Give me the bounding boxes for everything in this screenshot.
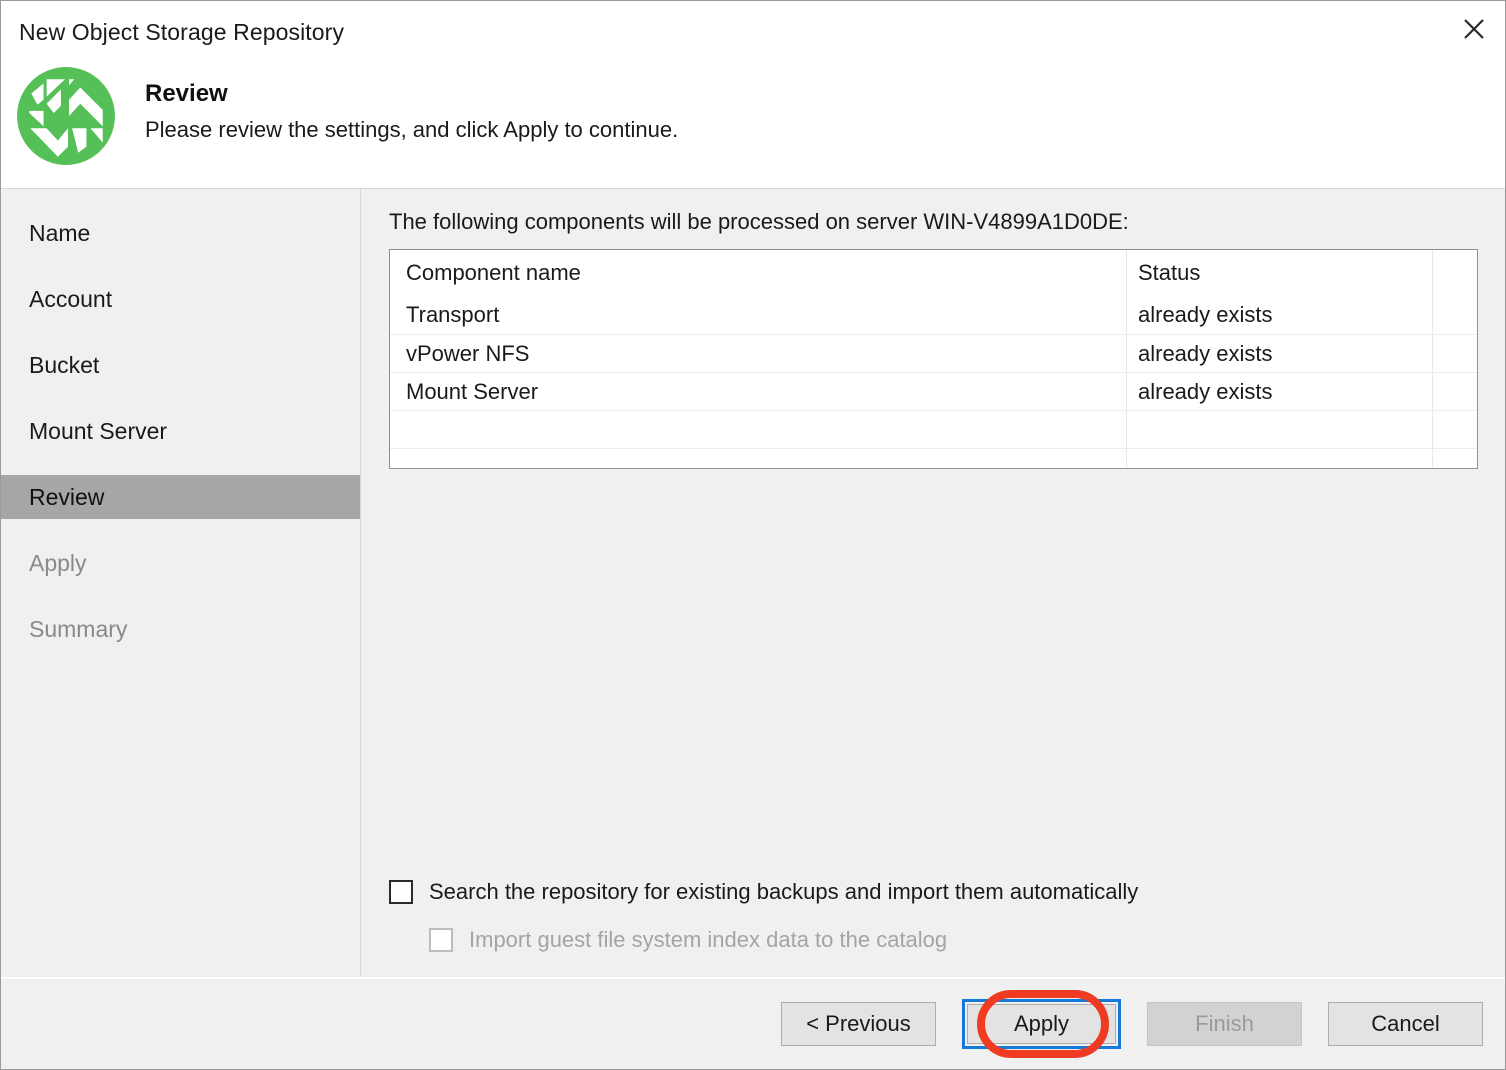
import-options: Search the repository for existing backu…	[389, 873, 1477, 977]
table-header-row: Component name Status	[390, 250, 1477, 296]
search-repository-checkbox[interactable]	[389, 880, 413, 904]
table-row[interactable]	[390, 448, 1477, 468]
table-row[interactable]	[390, 410, 1477, 448]
cancel-button[interactable]: Cancel	[1328, 1002, 1483, 1046]
sidebar-item-apply: Apply	[29, 549, 87, 576]
window-title: New Object Storage Repository	[19, 19, 345, 45]
dialog-header: Review Please review the settings, and c…	[1, 61, 1505, 189]
title-bar: New Object Storage Repository	[1, 1, 1505, 61]
cell-component-name: Mount Server	[406, 378, 539, 404]
sidebar-item-name[interactable]: Name	[1, 211, 360, 255]
sidebar-item-bucket[interactable]: Bucket	[1, 343, 360, 387]
main-content: The following components will be process…	[361, 189, 1505, 977]
apply-button[interactable]: Apply	[967, 1004, 1116, 1044]
cell-status: already exists	[1138, 378, 1273, 404]
column-header-component-name: Component name	[406, 260, 581, 285]
components-table[interactable]: Component name Status Transport already …	[389, 249, 1478, 469]
sidebar-item-mount-server[interactable]: Mount Server	[1, 409, 360, 453]
cell-status: already exists	[1138, 302, 1273, 327]
veeam-logo-icon	[15, 65, 117, 167]
table-row[interactable]: Transport already exists	[390, 296, 1477, 334]
sidebar-item-summary: Summary	[29, 615, 128, 642]
table-row[interactable]: vPower NFS already exists	[390, 334, 1477, 372]
search-repository-checkbox-row[interactable]: Search the repository for existing backu…	[389, 873, 1477, 911]
column-header-status: Status	[1138, 260, 1201, 285]
dialog-body: Name Account Bucket Mount Server Review …	[1, 189, 1505, 977]
cell-component-name: vPower NFS	[406, 340, 530, 366]
new-object-storage-repository-dialog: New Object Storage Repository Review Ple…	[0, 0, 1506, 1070]
page-title: Review	[145, 80, 228, 107]
page-subtitle: Please review the settings, and click Ap…	[145, 117, 679, 142]
finish-button: Finish	[1147, 1002, 1302, 1046]
close-icon[interactable]	[1443, 1, 1505, 57]
import-index-checkbox-row: Import guest file system index data to t…	[429, 921, 1477, 959]
wizard-steps-sidebar: Name Account Bucket Mount Server Review …	[1, 189, 361, 977]
dialog-footer: < Previous Apply Finish Cancel	[1, 977, 1505, 1069]
previous-button[interactable]: < Previous	[781, 1002, 936, 1046]
sidebar-item-review[interactable]: Review	[1, 475, 360, 519]
search-repository-label: Search the repository for existing backu…	[429, 879, 1139, 904]
import-index-checkbox	[429, 928, 453, 952]
table-row[interactable]: Mount Server already exists	[390, 372, 1477, 410]
sidebar-item-account[interactable]: Account	[1, 277, 360, 321]
cell-status: already exists	[1138, 340, 1273, 366]
import-index-label: Import guest file system index data to t…	[469, 927, 948, 952]
apply-button-focus-ring: Apply	[962, 990, 1121, 1058]
components-intro-text: The following components will be process…	[389, 209, 1129, 234]
cell-component-name: Transport	[406, 302, 500, 327]
